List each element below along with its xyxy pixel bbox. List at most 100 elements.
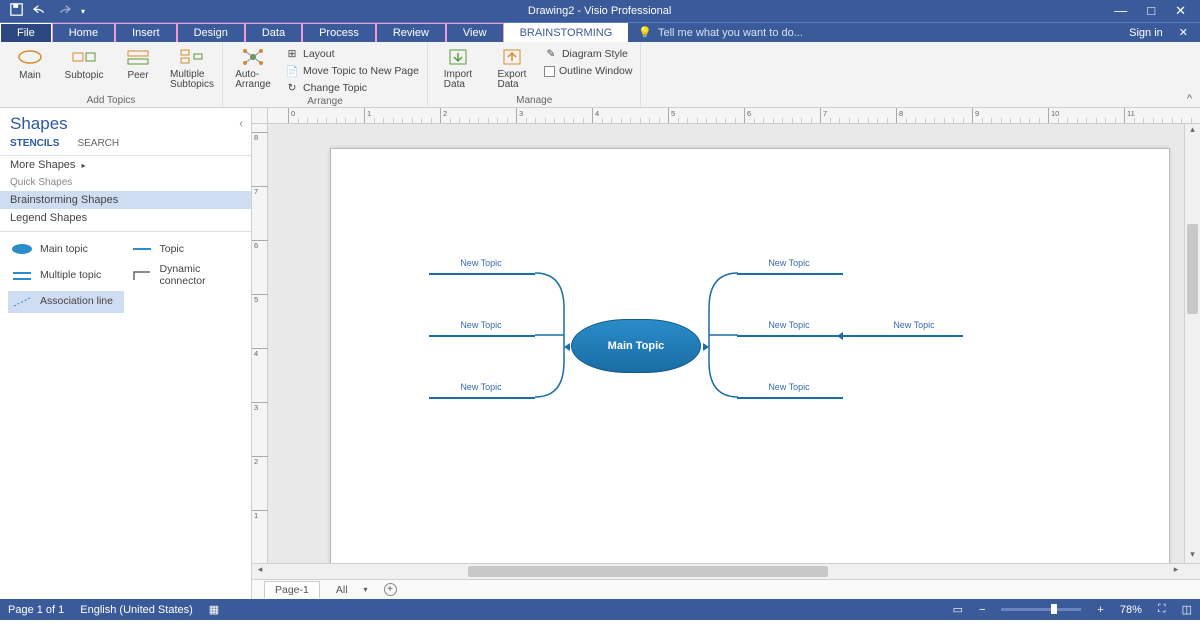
diagram-style-button[interactable]: ✎Diagram Style (542, 46, 635, 62)
label: More Shapes (10, 159, 75, 171)
collapse-ribbon-icon[interactable]: ^ (1187, 93, 1192, 105)
tab-search[interactable]: SEARCH (77, 138, 119, 149)
arrow-icon (837, 332, 843, 340)
topic-shape[interactable]: New Topic (446, 320, 516, 330)
redo-icon[interactable] (57, 4, 71, 19)
tell-me-text: Tell me what you want to do... (658, 27, 803, 39)
collapse-shapes-icon[interactable]: ‹ (239, 118, 243, 130)
zoom-thumb[interactable] (1051, 604, 1057, 614)
connector[interactable] (737, 335, 843, 337)
topic-shape[interactable]: New Topic (446, 258, 516, 268)
connector[interactable] (737, 397, 843, 399)
tab-home[interactable]: Home (52, 23, 115, 42)
stencil-topic[interactable]: Topic (128, 238, 244, 260)
minimize-button[interactable]: — (1114, 3, 1127, 19)
canvas-area: /*ticks placed inline below*/ 0123456789… (252, 108, 1200, 599)
main-topic-button[interactable]: Main (6, 44, 54, 81)
auto-arrange-button[interactable]: Auto- Arrange (229, 44, 277, 90)
connector-curve (534, 272, 572, 400)
zoom-in-button[interactable]: + (1097, 604, 1103, 616)
chevron-down-icon[interactable]: ▾ (364, 585, 368, 594)
ruler-horizontal[interactable]: /*ticks placed inline below*/ 0123456789… (268, 108, 1200, 124)
tab-design[interactable]: Design (177, 23, 245, 42)
stencil-multiple-topic[interactable]: Multiple topic (8, 262, 124, 289)
stencil-main-topic[interactable]: Main topic (8, 238, 124, 260)
connector[interactable] (429, 273, 535, 275)
signin-link[interactable]: Sign in (1129, 27, 1163, 39)
page-tab-1[interactable]: Page-1 (264, 581, 320, 598)
maximize-button[interactable]: □ (1147, 3, 1155, 19)
macro-icon[interactable]: ▦ (209, 603, 219, 616)
move-icon: 📄 (285, 64, 299, 78)
change-topic-button[interactable]: ↻Change Topic (283, 80, 421, 96)
stencil-association-line[interactable]: Association line (8, 291, 124, 313)
topic-shape[interactable]: New Topic (754, 382, 824, 392)
label: Change Topic (303, 82, 367, 94)
tab-insert[interactable]: Insert (115, 23, 177, 42)
connector[interactable] (737, 273, 843, 275)
legend-shapes-row[interactable]: Legend Shapes (0, 209, 251, 227)
topic-shape[interactable]: New Topic (754, 320, 824, 330)
topic-shape[interactable]: New Topic (879, 320, 949, 330)
connector[interactable] (429, 335, 535, 337)
ribbon-group-addtopics: Main Subtopic Peer Multiple Subtopics Ad… (0, 42, 223, 107)
drawing-page[interactable]: Main Topic New Topic New Topic New Topic… (330, 148, 1170, 563)
move-topic-button[interactable]: 📄Move Topic to New Page (283, 63, 421, 79)
pan-zoom-icon[interactable]: ◫ (1182, 603, 1192, 616)
label: Export Data (498, 70, 527, 90)
more-shapes-row[interactable]: More Shapes▸ (0, 156, 251, 174)
layout-button[interactable]: ⊞Layout (283, 46, 421, 62)
close-button[interactable]: ✕ (1175, 3, 1186, 19)
outline-window-check[interactable]: Outline Window (542, 64, 635, 78)
tab-stencils[interactable]: STENCILS (10, 138, 59, 149)
stencil-dynamic-connector[interactable]: Dynamic connector (128, 262, 244, 289)
topic-shape[interactable]: New Topic (754, 258, 824, 268)
tab-data[interactable]: Data (245, 23, 302, 42)
connector[interactable] (429, 397, 535, 399)
save-icon[interactable] (10, 3, 23, 19)
scroll-thumb[interactable] (1187, 224, 1198, 314)
export-data-button[interactable]: Export Data (488, 44, 536, 90)
tab-file[interactable]: File (0, 23, 52, 42)
presentation-mode-icon[interactable]: ▭ (953, 603, 963, 616)
scroll-down-icon[interactable]: ▾ (1185, 549, 1200, 563)
quick-shapes-row[interactable]: Quick Shapes (0, 174, 251, 191)
zoom-slider[interactable] (1001, 608, 1081, 611)
scroll-left-icon[interactable]: ◂ (252, 564, 268, 579)
main-topic-shape[interactable]: Main Topic (571, 319, 701, 373)
tab-process[interactable]: Process (302, 23, 376, 42)
zoom-out-button[interactable]: − (979, 604, 985, 616)
scrollbar-horizontal[interactable]: ◂ ▸ (252, 563, 1200, 579)
topic-shape[interactable]: New Topic (446, 382, 516, 392)
language-status[interactable]: English (United States) (80, 604, 193, 616)
import-data-button[interactable]: Import Data (434, 44, 482, 90)
peer-button[interactable]: Peer (114, 44, 162, 81)
tab-brainstorming[interactable]: BRAINSTORMING (504, 23, 629, 42)
subtopic-button[interactable]: Subtopic (60, 44, 108, 81)
fit-page-icon[interactable]: ⛶ (1158, 603, 1166, 616)
share-button[interactable]: ✕ (1179, 26, 1188, 39)
connector[interactable] (843, 335, 963, 337)
label: Diagram Style (562, 48, 628, 60)
scroll-up-icon[interactable]: ▴ (1185, 124, 1200, 138)
multiple-subtopics-button[interactable]: Multiple Subtopics (168, 44, 216, 90)
zoom-level[interactable]: 78% (1120, 604, 1142, 616)
label: Topic (160, 243, 185, 255)
label: Layout (303, 48, 335, 60)
scroll-right-icon[interactable]: ▸ (1168, 564, 1184, 579)
scroll-thumb[interactable] (468, 566, 828, 577)
tab-review[interactable]: Review (376, 23, 446, 42)
ruler-corner (252, 108, 268, 124)
tab-view[interactable]: View (446, 23, 504, 42)
undo-icon[interactable] (33, 4, 47, 19)
label: Multiple topic (40, 270, 101, 282)
brainstorming-shapes-row[interactable]: Brainstorming Shapes (0, 191, 251, 209)
ruler-vertical[interactable]: 876543210 (252, 124, 268, 563)
add-page-button[interactable]: + (384, 583, 397, 596)
group-label: Add Topics (6, 95, 216, 107)
all-pages-button[interactable]: All (336, 584, 348, 596)
label: Main (19, 70, 41, 81)
tell-me[interactable]: 💡 Tell me what you want to do... (628, 23, 1129, 42)
drawing-canvas[interactable]: Main Topic New Topic New Topic New Topic… (268, 124, 1184, 563)
scrollbar-vertical[interactable]: ▴ ▾ (1184, 124, 1200, 563)
